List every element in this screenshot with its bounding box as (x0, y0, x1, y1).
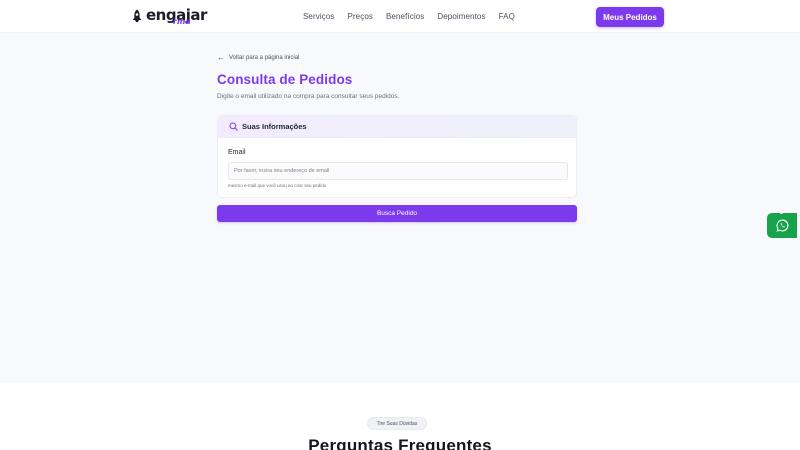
card-heading: Suas Informações (242, 122, 307, 131)
email-hint: mesmo e-mail que você usou ao criar seu … (228, 183, 327, 188)
main-nav: Serviços Preços Benefícios Depoimentos F… (303, 12, 528, 22)
rocket-icon (132, 9, 142, 22)
search-order-button[interactable]: Busca Pedido (217, 205, 577, 222)
arrow-left-icon: ← (217, 53, 225, 62)
site-header: engajar rma Serviços Preços Benefícios D… (0, 0, 800, 33)
back-link[interactable]: ← Voltar para a página inicial (217, 53, 300, 62)
card-header: Suas Informações (218, 116, 576, 138)
notification-dot (780, 211, 783, 214)
whatsapp-icon (776, 219, 788, 232)
info-card: Suas Informações Email mesmo e-mail que … (217, 115, 577, 198)
email-label: Email (228, 149, 246, 156)
page-subtitle: Digite o email utilizado na compra para … (217, 93, 400, 100)
nav-link-servicos[interactable]: Serviços (303, 12, 334, 22)
nav-link-precos[interactable]: Preços (347, 12, 373, 22)
page-title: Consulta de Pedidos (217, 72, 353, 87)
faq-section: Tire Suas Dúvidas Perguntas Frequentes (0, 383, 800, 450)
faq-title: Perguntas Frequentes (308, 436, 492, 450)
my-orders-button[interactable]: Meus Pedidos (596, 7, 664, 27)
back-link-label: Voltar para a página inicial (229, 55, 300, 61)
whatsapp-button[interactable] (767, 211, 797, 238)
logo[interactable]: engajar rma (130, 7, 207, 27)
faq-badge: Tire Suas Dúvidas (367, 417, 427, 430)
search-icon (229, 122, 238, 131)
logo-subtext: rma (173, 17, 191, 26)
nav-link-faq[interactable]: FAQ (499, 12, 515, 22)
nav-link-depoimentos[interactable]: Depoimentos (437, 12, 485, 22)
email-field[interactable] (228, 162, 568, 180)
nav-link-beneficios[interactable]: Benefícios (386, 12, 424, 22)
